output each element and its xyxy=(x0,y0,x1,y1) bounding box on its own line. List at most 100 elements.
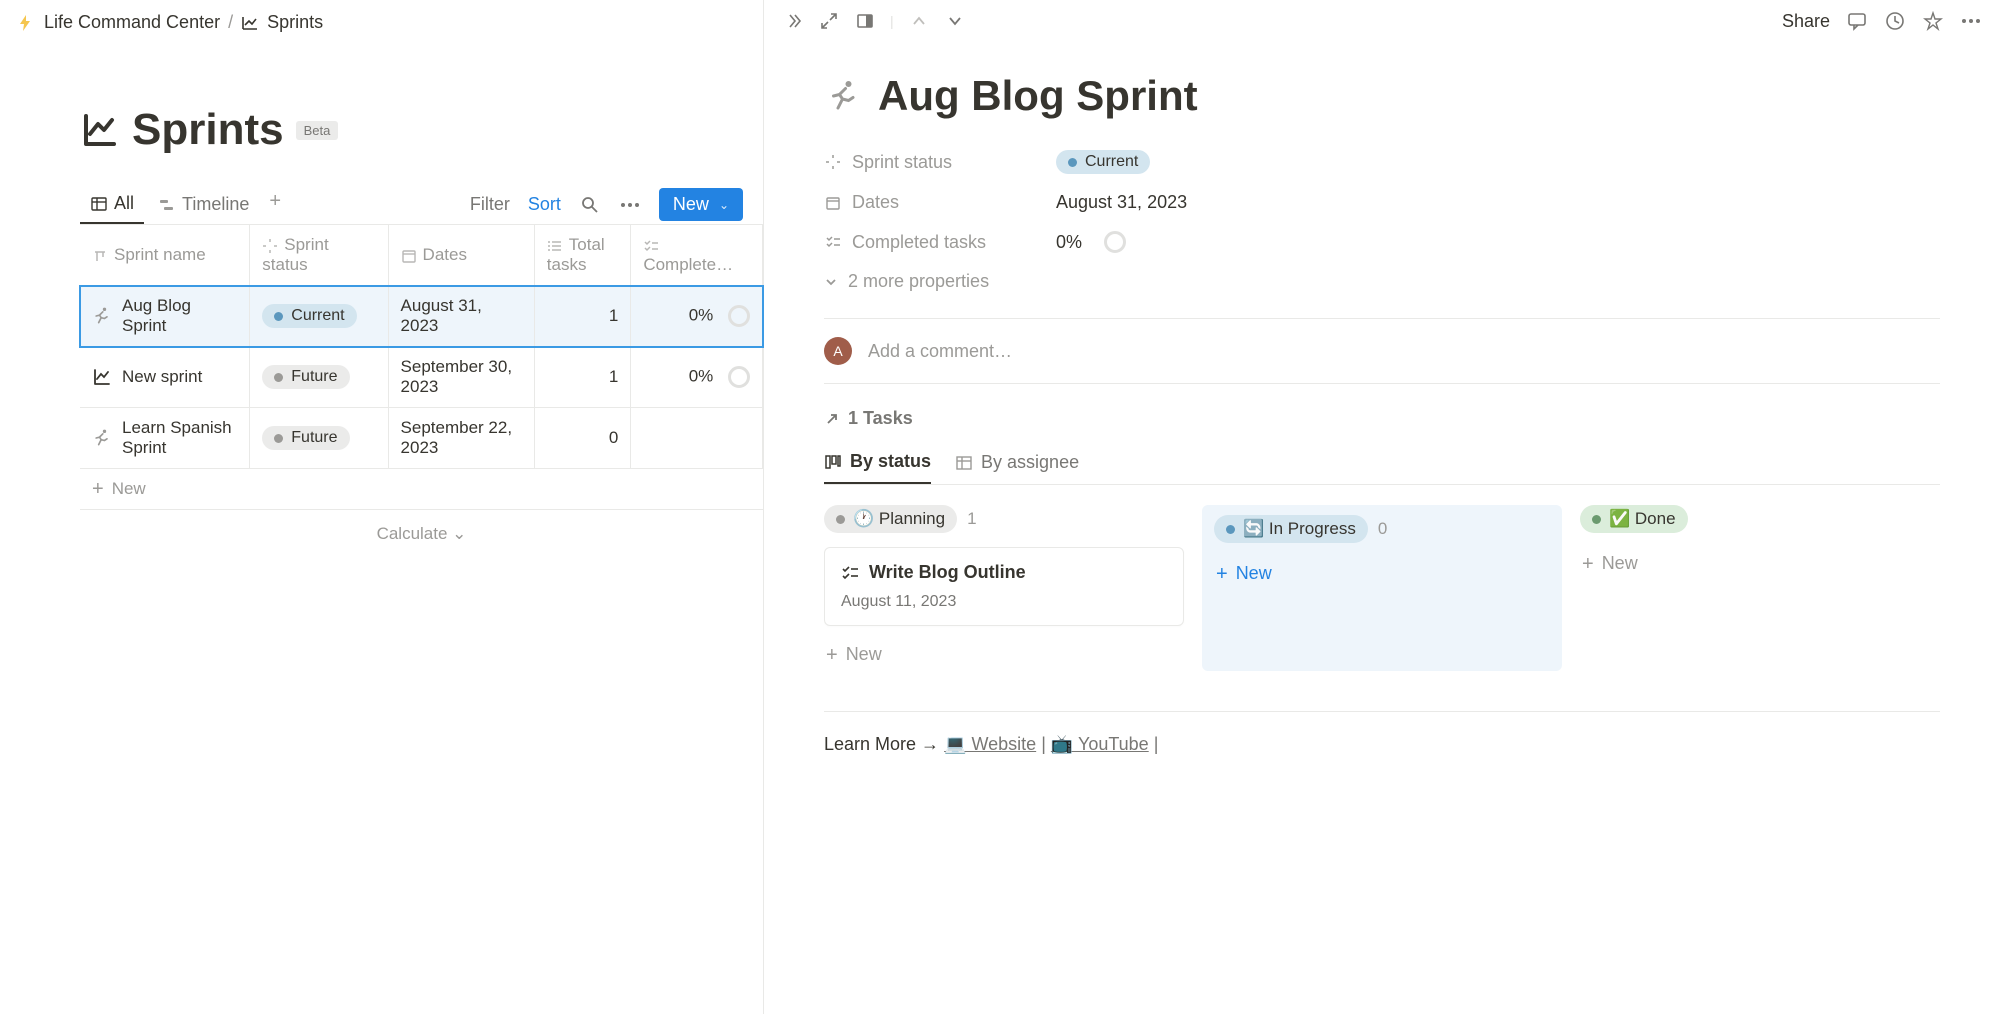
plus-icon: + xyxy=(826,645,838,665)
col-name[interactable]: Sprint name xyxy=(80,225,250,286)
website-link[interactable]: 💻 Website xyxy=(944,734,1036,754)
table-row[interactable]: Learn Spanish Sprint Future September 22, … xyxy=(80,408,763,469)
progress-ring xyxy=(728,366,750,388)
task-card[interactable]: Write Blog Outline August 11, 2023 xyxy=(824,547,1184,626)
board-col-planning: 🕐 Planning 1 Write Blog Outline August 1… xyxy=(824,505,1184,671)
link-separator: | xyxy=(1041,734,1051,754)
col-new-label: New xyxy=(1602,553,1638,574)
breadcrumb-current[interactable]: Sprints xyxy=(267,12,323,33)
search-icon[interactable] xyxy=(579,194,601,216)
table-row[interactable]: New sprintFutureSeptember 30, 202310% xyxy=(80,347,763,408)
board-columns: 🕐 Planning 1 Write Blog Outline August 1… xyxy=(824,505,1940,671)
sort-button[interactable]: Sort xyxy=(528,194,561,215)
board-tab-assignee[interactable]: By assignee xyxy=(955,451,1079,484)
row-completed: 0% xyxy=(631,347,763,408)
col-status[interactable]: Sprint status xyxy=(250,225,388,286)
detail-title[interactable]: Aug Blog Sprint xyxy=(878,72,1198,120)
avatar: A xyxy=(824,337,852,365)
page-header: Sprints Beta xyxy=(80,105,763,155)
view-actions: Filter Sort New ⌄ xyxy=(470,188,743,221)
beta-badge: Beta xyxy=(296,121,339,140)
right-toolbar-left: | xyxy=(782,10,966,32)
calendar-icon xyxy=(824,194,842,212)
new-row-label: New xyxy=(112,479,146,499)
col-inprogress-header[interactable]: 🔄 In Progress 0 xyxy=(1214,515,1550,543)
comment-row[interactable]: A Add a comment… xyxy=(824,318,1940,384)
learn-more-prefix: Learn More → xyxy=(824,734,944,754)
view-tab-timeline[interactable]: Timeline xyxy=(148,185,259,224)
checklist-icon xyxy=(643,238,659,254)
prop-dates[interactable]: Dates August 31, 2023 xyxy=(824,192,1940,213)
comment-icon[interactable] xyxy=(1846,10,1868,32)
plus-icon: + xyxy=(1216,564,1228,584)
add-view-button[interactable]: + xyxy=(263,185,287,224)
prop-completed[interactable]: Completed tasks 0% xyxy=(824,231,1940,253)
youtube-link[interactable]: 📺 YouTube xyxy=(1051,734,1149,754)
more-icon[interactable] xyxy=(619,194,641,216)
status-pill: Future xyxy=(262,426,349,450)
table-icon xyxy=(90,195,108,213)
collapse-icon[interactable] xyxy=(782,10,804,32)
col-inprogress-new[interactable]: + New xyxy=(1214,557,1550,590)
table-icon xyxy=(955,454,973,472)
table-row[interactable]: Aug Blog SprintCurrentAugust 31, 202310% xyxy=(80,286,763,347)
view-tabs: All Timeline + xyxy=(80,185,287,224)
lightning-icon xyxy=(18,14,36,32)
col-done-header[interactable]: ✅ Done xyxy=(1580,505,1940,533)
prev-icon[interactable] xyxy=(908,10,930,32)
col-inprogress-label: 🔄 In Progress xyxy=(1243,519,1356,539)
progress-ring xyxy=(1104,231,1126,253)
left-pane: Life Command Center / Sprints Sprints Be… xyxy=(0,0,764,1014)
row-name-text: Learn Spanish Sprint xyxy=(122,418,237,458)
row-date: September 30, 2023 xyxy=(388,347,534,408)
prop-status[interactable]: Sprint status Current xyxy=(824,150,1940,174)
new-button[interactable]: New ⌄ xyxy=(659,188,743,221)
row-date: September 22, 2023 xyxy=(388,408,534,469)
col-done-new[interactable]: + New xyxy=(1580,547,1940,580)
col-dates[interactable]: Dates xyxy=(388,225,534,286)
view-tab-all[interactable]: All xyxy=(80,185,144,224)
filter-button[interactable]: Filter xyxy=(470,194,510,215)
detail-content: Aug Blog Sprint Sprint status Current Da… xyxy=(764,42,2000,785)
plus-icon: + xyxy=(1582,554,1594,574)
row-total: 1 xyxy=(534,347,631,408)
star-icon[interactable] xyxy=(1922,10,1944,32)
next-icon[interactable] xyxy=(944,10,966,32)
col-total[interactable]: Total tasks xyxy=(534,225,631,286)
col-planning-new[interactable]: + New xyxy=(824,638,1184,671)
col-planning-header[interactable]: 🕐 Planning 1 xyxy=(824,505,1184,533)
runner-icon xyxy=(92,306,112,326)
peek-mode-icon[interactable] xyxy=(854,10,876,32)
right-toolbar-right: Share xyxy=(1782,10,1982,32)
status-pill: Future xyxy=(262,365,349,389)
card-title: Write Blog Outline xyxy=(869,562,1026,583)
calculate-button[interactable]: Calculate ⌄ xyxy=(80,510,763,558)
more-properties-button[interactable]: 2 more properties xyxy=(824,271,1940,292)
share-button[interactable]: Share xyxy=(1782,11,1830,32)
new-button-label: New xyxy=(673,194,709,215)
breadcrumb: Life Command Center / Sprints xyxy=(0,0,763,45)
breadcrumb-parent[interactable]: Life Command Center xyxy=(44,12,220,33)
expand-icon[interactable] xyxy=(818,10,840,32)
clock-icon[interactable] xyxy=(1884,10,1906,32)
chevron-down-icon: ⌄ xyxy=(719,198,729,212)
view-tab-timeline-label: Timeline xyxy=(182,194,249,215)
card-date: August 11, 2023 xyxy=(841,593,1167,611)
prop-status-value: Current xyxy=(1085,153,1138,171)
breadcrumb-separator: / xyxy=(228,12,233,33)
col-completed[interactable]: Complete… xyxy=(631,225,763,286)
calculate-label: Calculate xyxy=(377,524,448,543)
detail-header: Aug Blog Sprint xyxy=(824,72,1940,120)
board-tab-assignee-label: By assignee xyxy=(981,452,1079,473)
board-tab-status[interactable]: By status xyxy=(824,451,931,484)
more-icon[interactable] xyxy=(1960,10,1982,32)
prop-dates-label: Dates xyxy=(852,192,899,213)
row-completed xyxy=(631,408,763,469)
status-pill: Current xyxy=(262,304,356,328)
col-planning-label: 🕐 Planning xyxy=(853,509,945,529)
new-row-button[interactable]: + New xyxy=(80,469,763,510)
tasks-link[interactable]: 1 Tasks xyxy=(824,408,1940,429)
learn-more: Learn More → 💻 Website | 📺 YouTube | xyxy=(824,711,1940,755)
chart-up-icon xyxy=(241,14,259,32)
plus-icon: + xyxy=(92,479,104,499)
